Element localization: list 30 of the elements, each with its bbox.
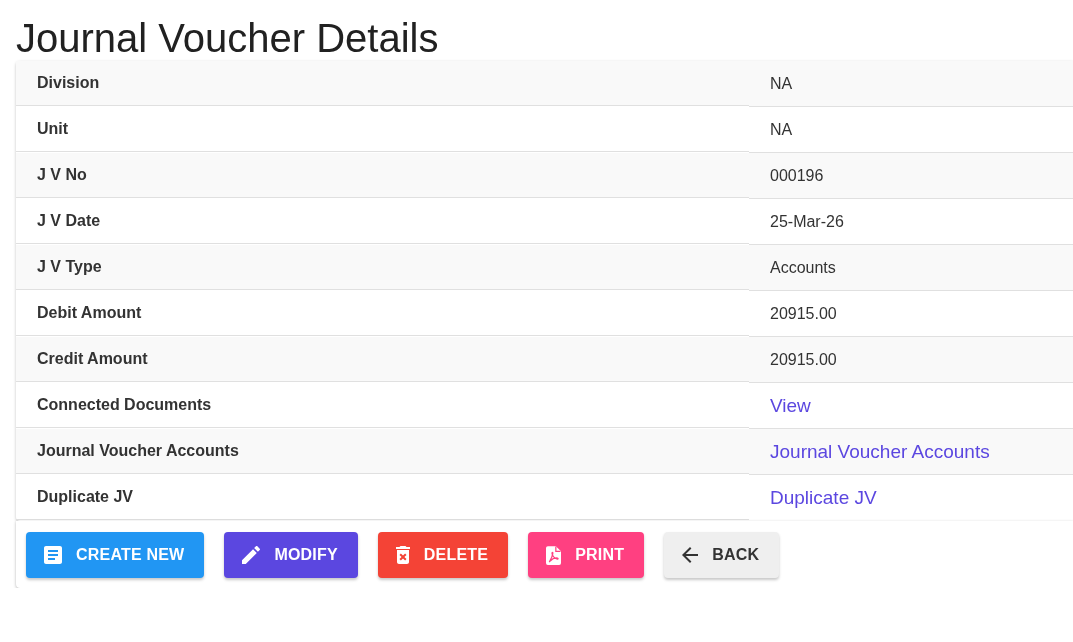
field-value: NA bbox=[770, 73, 793, 94]
pdf-file-icon bbox=[546, 545, 562, 565]
field-value: 20915.00 bbox=[770, 303, 837, 324]
modify-button[interactable]: MODIFY bbox=[224, 532, 358, 578]
field-label: Credit Amount bbox=[37, 349, 148, 369]
text-link[interactable]: Duplicate JV bbox=[770, 485, 877, 510]
text-link[interactable]: View bbox=[770, 393, 811, 418]
field-label: J V Date bbox=[37, 211, 101, 231]
field-label: Journal Voucher Accounts bbox=[37, 441, 239, 461]
delete-button[interactable]: DELETE bbox=[377, 532, 509, 578]
field-label: J V Type bbox=[37, 257, 102, 277]
field-value: 000196 bbox=[770, 165, 824, 186]
trash-icon bbox=[395, 546, 410, 564]
field-value: 25-Mar-26 bbox=[770, 211, 844, 232]
back-button[interactable]: BACK bbox=[664, 532, 780, 578]
field-label: Debit Amount bbox=[37, 303, 142, 323]
field-label: Unit bbox=[37, 119, 69, 139]
field-value: 20915.00 bbox=[770, 349, 837, 370]
field-label: Duplicate JV bbox=[37, 487, 134, 507]
field-value: Accounts bbox=[770, 257, 836, 278]
print-button[interactable]: PRINT bbox=[528, 532, 645, 578]
arrow-left-icon bbox=[682, 547, 699, 563]
field-label: Connected Documents bbox=[37, 395, 212, 415]
field-label: J V No bbox=[37, 165, 87, 185]
document-icon bbox=[44, 546, 62, 564]
field-value: NA bbox=[770, 119, 793, 140]
field-label: Division bbox=[37, 73, 100, 93]
page-title: Journal Voucher Details bbox=[16, 15, 439, 61]
create-new-button[interactable]: CREATE NEW bbox=[26, 532, 205, 578]
pencil-icon bbox=[242, 546, 261, 564]
